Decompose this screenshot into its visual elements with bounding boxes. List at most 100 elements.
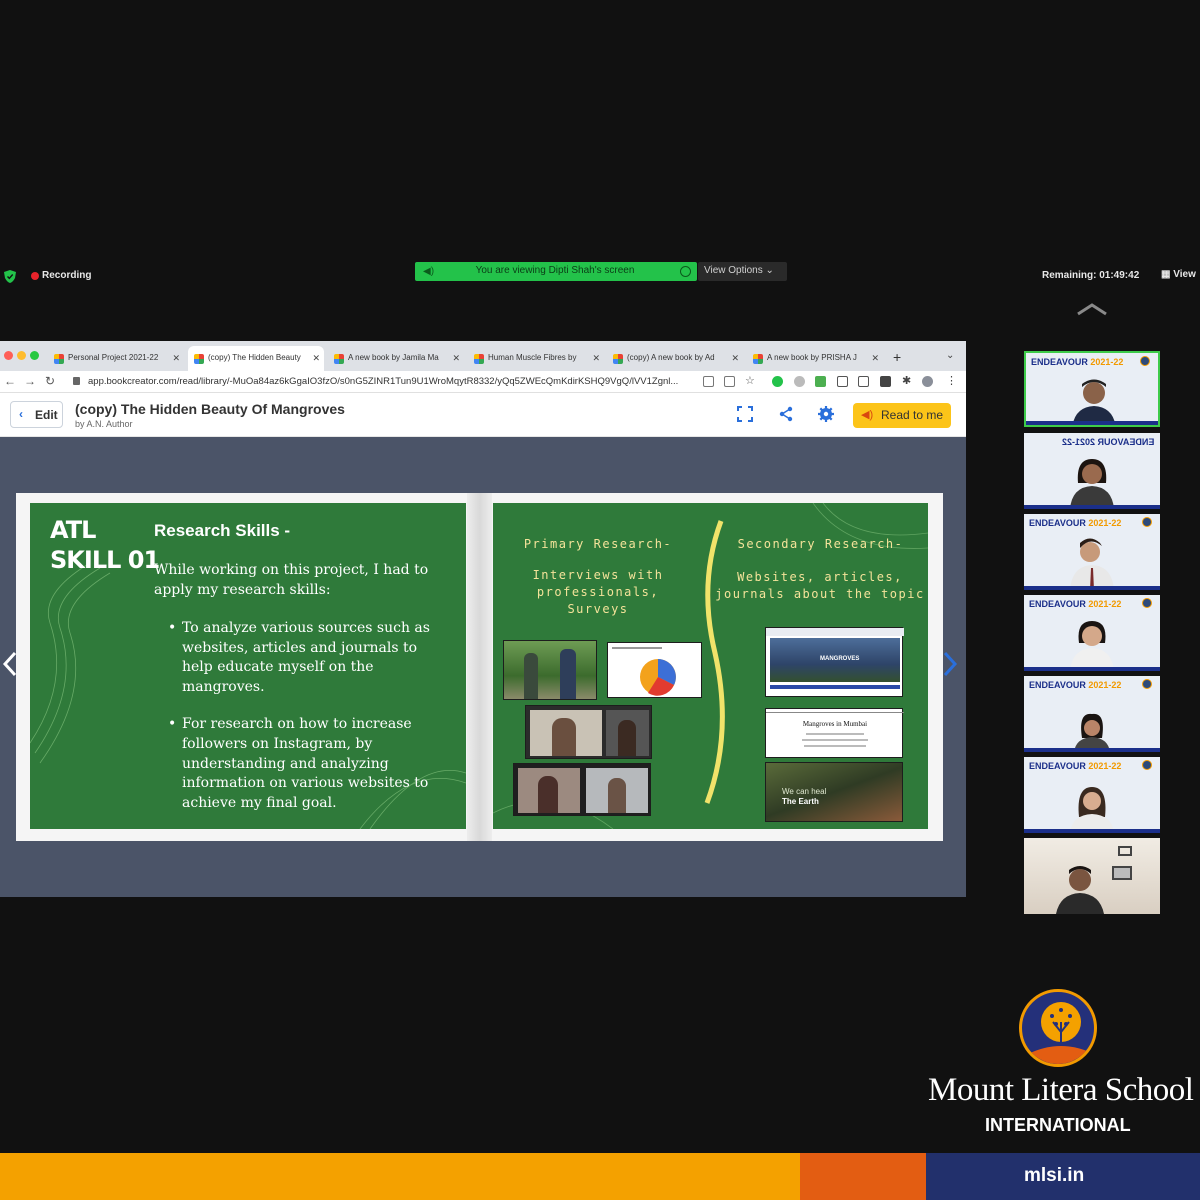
person-silhouette <box>560 649 576 699</box>
share-page-icon[interactable] <box>724 376 735 387</box>
tile-bottom-bar <box>1024 667 1160 671</box>
participant-avatar <box>1070 459 1114 509</box>
tile-bottom-bar <box>1024 505 1160 509</box>
view-button[interactable]: ▦ View <box>1161 269 1196 280</box>
banner-year: 2021-22 <box>1088 518 1122 528</box>
record-indicator-icon <box>680 266 691 277</box>
research-skills-title: Research Skills - <box>154 521 291 540</box>
site-hero-image: MANGROVES <box>770 638 900 682</box>
book-spread: ATL SKILL 01 Research Skills - While work… <box>16 493 943 841</box>
participant-video-tile[interactable]: ENDEAVOUR 2021-22 <box>1024 351 1160 427</box>
extension-icon[interactable] <box>794 376 805 387</box>
close-tab-icon[interactable]: ✕ <box>312 353 320 364</box>
browser-tab[interactable]: Human Muscle Fibres by ✕ <box>468 346 604 371</box>
zoom-meeting-window: { "zoom": { "recording_label": "Recordin… <box>0 0 1200 1200</box>
close-tab-icon[interactable]: ✕ <box>592 353 600 364</box>
extension-icon[interactable] <box>858 376 869 387</box>
browser-tab[interactable]: A new book by Jamila Ma ✕ <box>328 346 464 371</box>
participant-video-tile[interactable]: ENDEAVOUR 2021-22 <box>1024 757 1160 833</box>
bullet-item: To analyze various sources such as websi… <box>168 619 438 697</box>
participant-video-tile[interactable] <box>1024 838 1160 914</box>
back-icon[interactable]: ← <box>4 374 16 388</box>
browser-tab[interactable]: Personal Project 2021-22 ✕ <box>48 346 184 371</box>
video-call-tile <box>586 768 648 813</box>
bookcreator-favicon-icon <box>474 354 484 364</box>
extensions-puzzle-icon[interactable]: ✱ <box>902 374 913 387</box>
browser-menu-icon[interactable]: ⋮ <box>946 374 957 387</box>
participant-video-tile[interactable]: ENDEAVOUR 2021-22 <box>1024 676 1160 752</box>
remaining-time: Remaining: 01:49:42 <box>1042 270 1140 281</box>
read-to-me-button[interactable]: ◀) Read to me <box>853 403 951 428</box>
school-logo <box>1019 989 1097 1067</box>
recording-label[interactable]: Recording <box>42 270 91 281</box>
grammarly-extension-icon[interactable] <box>772 376 783 387</box>
share-icon[interactable] <box>778 406 794 422</box>
minimize-window-icon[interactable] <box>17 351 26 360</box>
extension-icon[interactable] <box>837 376 848 387</box>
new-tab-icon[interactable]: + <box>893 349 901 365</box>
close-tab-icon[interactable]: ✕ <box>871 353 879 364</box>
participant-avatar <box>1072 379 1116 425</box>
extension-icon[interactable] <box>880 376 891 387</box>
mirrored-endeavour-banner: ENDEAVOUR 2021-22 <box>1061 437 1154 447</box>
site-nav-bar <box>766 628 904 636</box>
close-tab-icon[interactable]: ✕ <box>452 353 460 364</box>
participant-avatar <box>1056 866 1104 914</box>
participant-video-tile[interactable]: ENDEAVOUR 2021-22 <box>1024 595 1160 671</box>
school-logo-icon <box>1140 356 1150 366</box>
browser-tab-active[interactable]: (copy) The Hidden Beauty ✕ <box>188 346 324 371</box>
participant-avatar <box>1070 538 1114 590</box>
school-sub: INTERNATIONAL <box>985 1115 1131 1135</box>
video-call-tile <box>530 710 602 756</box>
view-options-button[interactable]: View Options ⌄ <box>698 262 787 281</box>
person-silhouette <box>608 778 626 813</box>
book-header: ‹ Edit (copy) The Hidden Beauty Of Mangro… <box>0 393 966 437</box>
security-shield-icon[interactable] <box>4 270 16 283</box>
banner-main: ENDEAVOUR <box>1029 518 1086 528</box>
url-field[interactable]: app.bookcreator.com/read/library/-MuOa84… <box>88 376 698 387</box>
atl-skill-heading: ATL SKILL 01 <box>50 515 160 575</box>
participant-video-tile[interactable]: ENDEAVOUR 2021-22 <box>1024 514 1160 590</box>
screen-share-banner: ◀) You are viewing Dipti Shah's screen <box>415 262 697 281</box>
tab-label: A new book by Jamila Ma <box>348 353 439 362</box>
bookmark-star-icon[interactable]: ☆ <box>745 374 756 387</box>
lock-icon[interactable] <box>73 377 80 385</box>
school-logo-icon <box>1142 760 1152 770</box>
cast-icon[interactable] <box>703 376 714 387</box>
reload-icon[interactable]: ↻ <box>45 374 55 388</box>
close-tab-icon[interactable]: ✕ <box>172 353 180 364</box>
close-window-icon[interactable] <box>4 351 13 360</box>
participant-avatar <box>1074 713 1110 752</box>
video-call-photo <box>513 763 651 816</box>
secondary-research-heading: Secondary Research- <box>737 537 904 551</box>
article-line <box>804 745 866 747</box>
banner-year: 2021-22 <box>1090 357 1124 367</box>
skill-number-line: SKILL 01 <box>50 546 160 574</box>
next-page-arrow-icon[interactable] <box>942 651 962 677</box>
endeavour-banner: ENDEAVOUR 2021-22 <box>1029 680 1121 690</box>
extension-icon[interactable] <box>815 376 826 387</box>
person-silhouette <box>524 653 538 699</box>
endeavour-banner: ENDEAVOUR 2021-22 <box>1029 518 1121 528</box>
forward-icon[interactable]: → <box>24 374 36 388</box>
tab-list-chevron-icon[interactable]: ⌄ <box>946 350 954 361</box>
banner-year: 2021-22 <box>1088 599 1122 609</box>
brand-band-yellow <box>0 1153 800 1200</box>
tab-label: (copy) The Hidden Beauty <box>208 353 301 362</box>
browser-tab[interactable]: A new book by PRISHA J ✕ <box>747 346 883 371</box>
mangroves-website-screenshot: MANGROVES <box>765 627 904 697</box>
profile-avatar-icon[interactable] <box>922 376 933 387</box>
close-tab-icon[interactable]: ✕ <box>731 353 739 364</box>
edit-button[interactable]: ‹ Edit <box>10 401 63 428</box>
bookcreator-favicon-icon <box>613 354 623 364</box>
fullscreen-icon[interactable] <box>737 406 753 422</box>
settings-gear-icon[interactable] <box>818 406 834 422</box>
browser-tab[interactable]: (copy) A new book by Ad ✕ <box>607 346 743 371</box>
maximize-window-icon[interactable] <box>30 351 39 360</box>
chevron-up-icon[interactable] <box>1076 301 1108 317</box>
wall-frame <box>1118 846 1132 856</box>
school-logo-icon <box>1142 679 1152 689</box>
tab-label: (copy) A new book by Ad <box>627 353 715 362</box>
bullet-item: For research on how to increase follower… <box>168 715 438 813</box>
participant-video-tile[interactable]: ENDEAVOUR 2021-22 <box>1024 433 1160 509</box>
